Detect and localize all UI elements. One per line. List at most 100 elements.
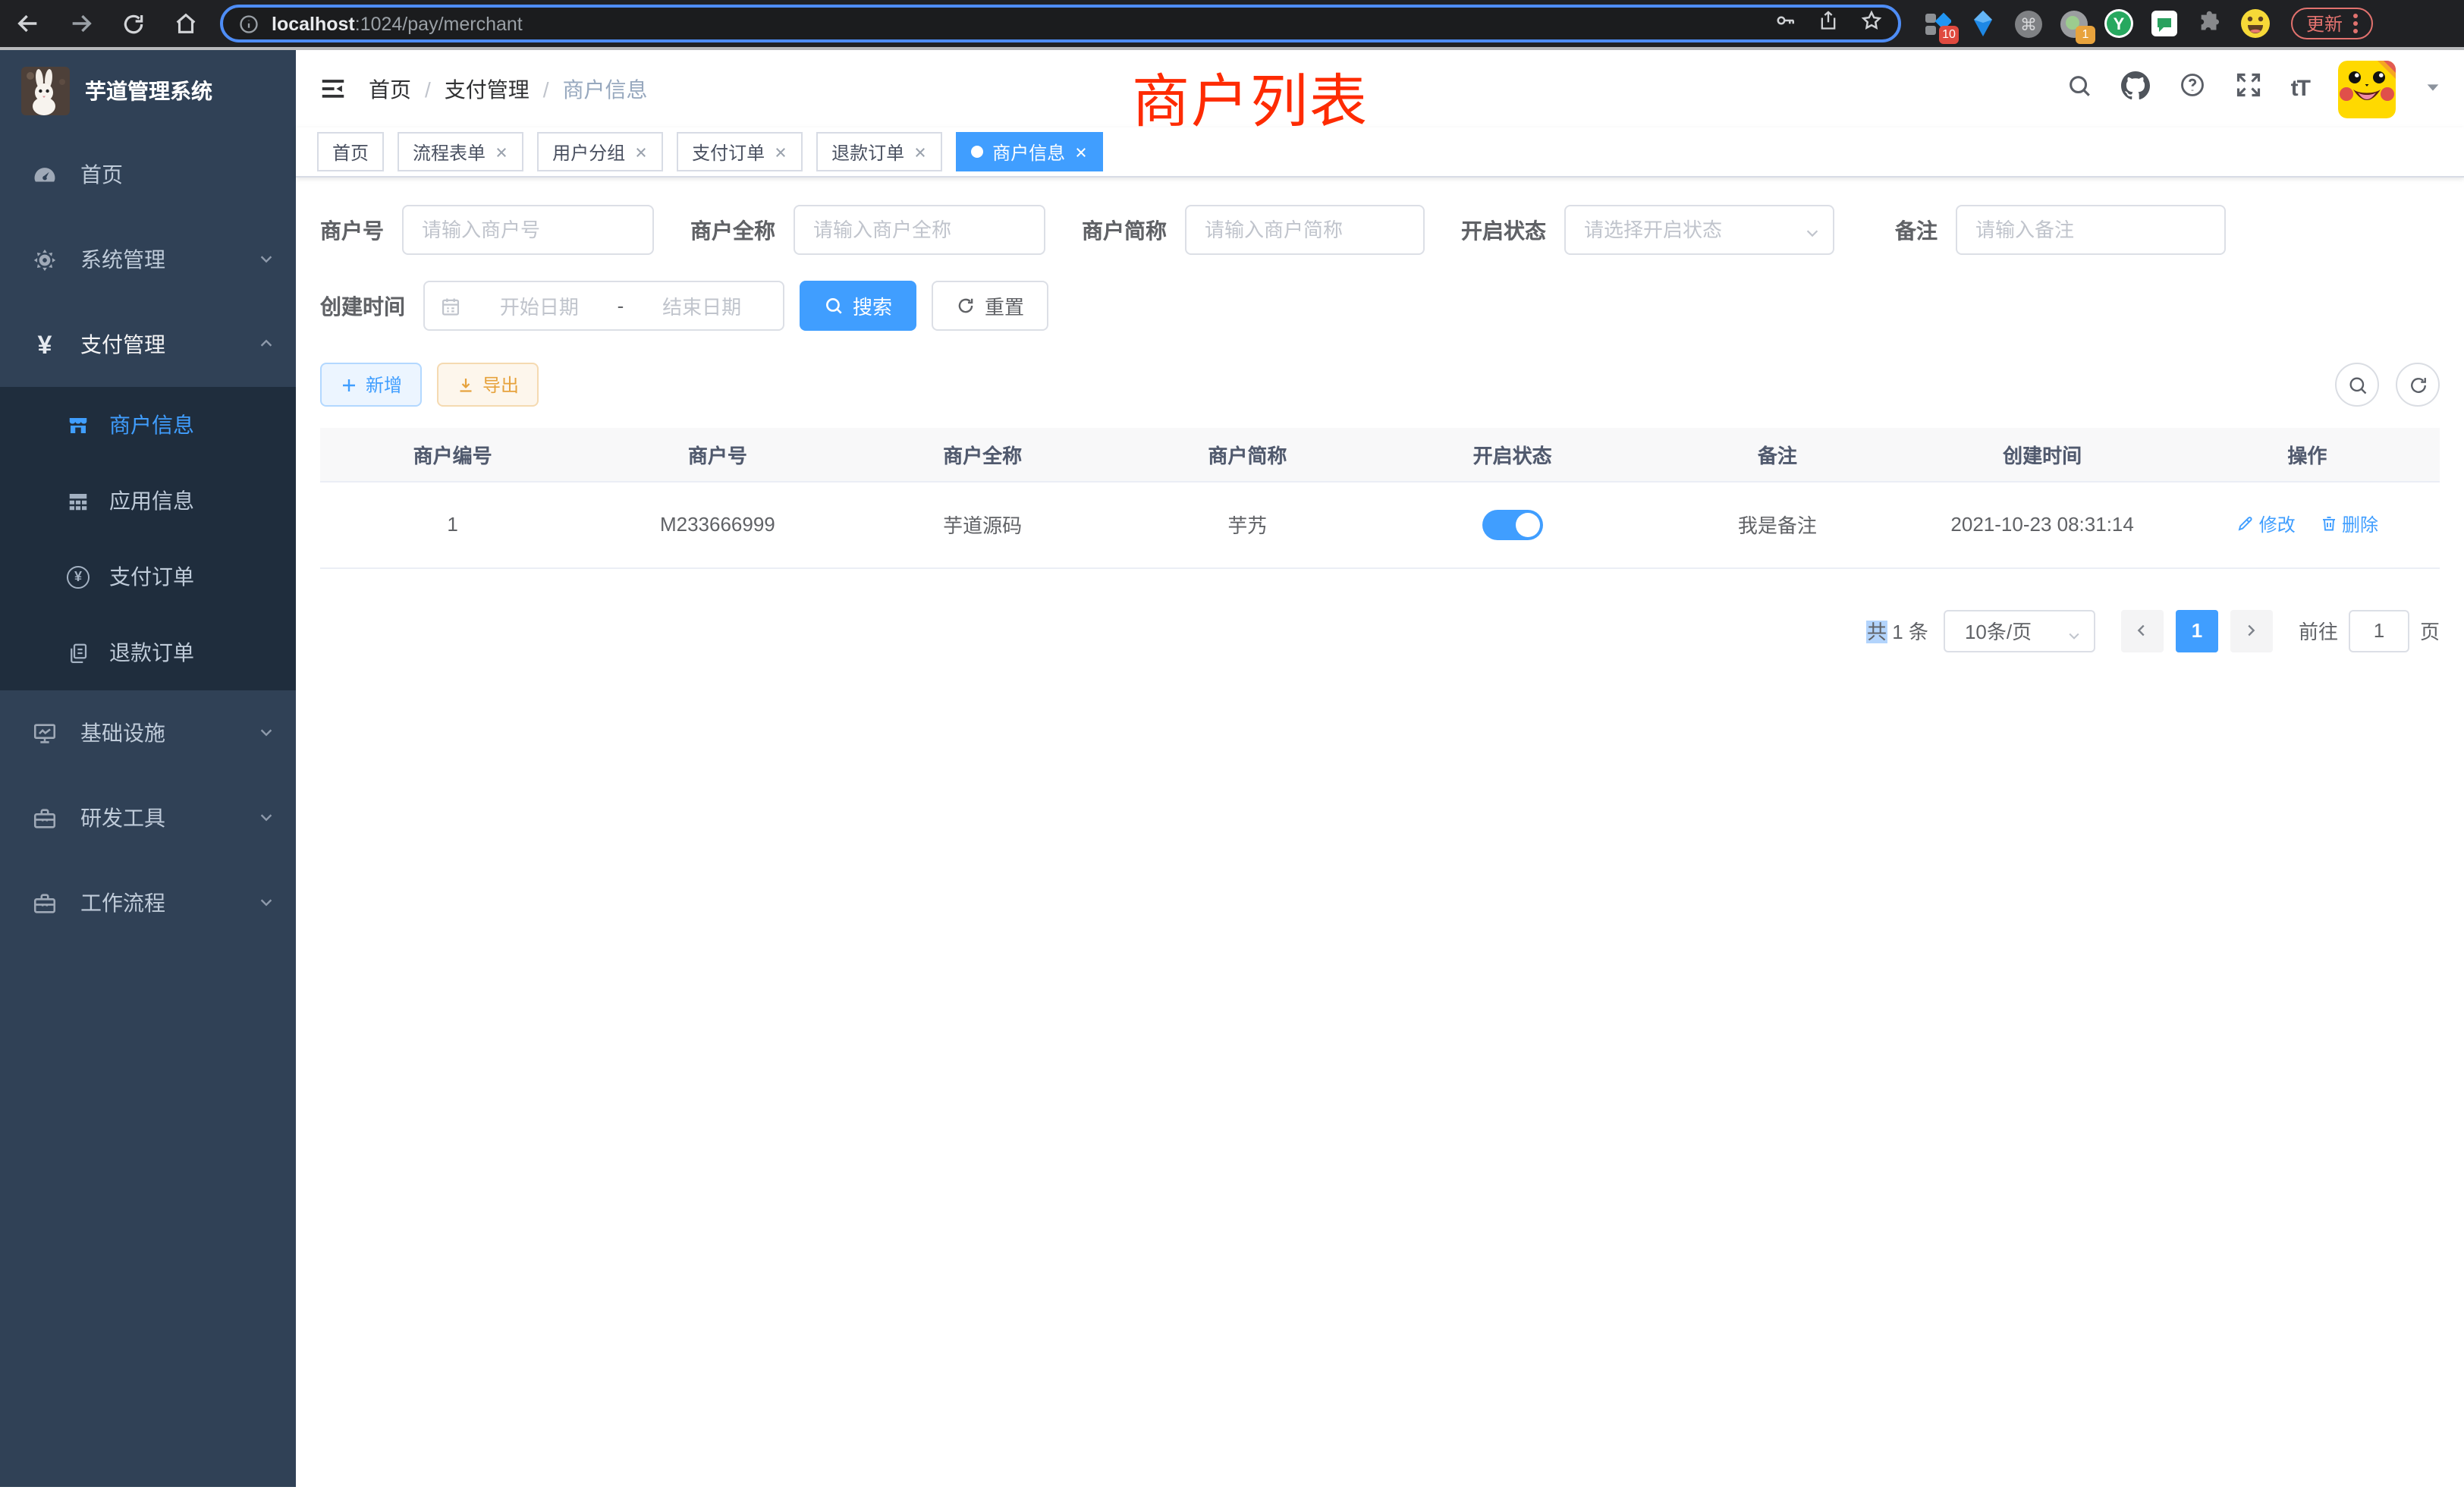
github-icon[interactable]	[2121, 71, 2150, 107]
download-icon	[457, 376, 475, 394]
page-number-1[interactable]: 1	[2176, 609, 2218, 652]
sidebar-item-dev-tools[interactable]: 研发工具	[0, 775, 296, 860]
table-header: 商户编号 商户号 商户全称 商户简称 开启状态 备注 创建时间 操作	[320, 428, 2440, 481]
chevron-down-icon	[258, 247, 275, 272]
extension-badge: 10	[1939, 26, 1959, 44]
edit-link[interactable]: 修改	[2236, 511, 2296, 537]
delete-link[interactable]: 删除	[2319, 511, 2378, 537]
browser-update-menu-button[interactable]: 更新	[2291, 8, 2373, 39]
sidebar-item-app-info[interactable]: 应用信息	[0, 463, 296, 539]
extension-command-icon[interactable]: ⌘	[2013, 9, 2042, 38]
full-name-input[interactable]	[794, 205, 1045, 255]
create-time-range-picker[interactable]: 开始日期 - 结束日期	[423, 281, 784, 331]
address-bar[interactable]: localhost:1024/pay/merchant	[220, 5, 1901, 42]
status-select[interactable]	[1564, 205, 1834, 255]
sidebar-collapse-button[interactable]	[319, 74, 347, 103]
extension-chat-icon[interactable]	[2150, 9, 2179, 38]
font-size-icon[interactable]: tT	[2291, 76, 2309, 102]
status-toggle[interactable]	[1482, 509, 1543, 539]
breadcrumb-home[interactable]: 首页	[369, 74, 411, 104]
pagination-total: 共 1 条	[1867, 616, 1928, 645]
sidebar-item-system[interactable]: 系统管理	[0, 217, 296, 302]
full-name-label: 商户全称	[690, 215, 775, 245]
extension-balloon-icon[interactable]	[1968, 9, 1997, 38]
browser-reload-button[interactable]	[121, 11, 146, 36]
merchant-no-input[interactable]	[402, 205, 654, 255]
close-icon[interactable]	[913, 145, 927, 159]
profile-emoji-icon[interactable]	[2241, 9, 2270, 38]
column-header: 创建时间	[1910, 428, 2175, 481]
sidebar-item-label: 应用信息	[109, 486, 194, 516]
user-avatar[interactable]	[2338, 60, 2396, 118]
merchant-table: 商户编号 商户号 商户全称 商户简称 开启状态 备注 创建时间 操作 1	[320, 428, 2440, 568]
search-button[interactable]: 搜索	[800, 281, 916, 331]
chevron-down-icon	[2066, 624, 2082, 647]
reset-button[interactable]: 重置	[932, 281, 1048, 331]
remark-input[interactable]	[1956, 205, 2226, 255]
page-size-select[interactable]: 10条/页	[1944, 609, 2095, 652]
sidebar-item-workflow[interactable]: 工作流程	[0, 860, 296, 945]
sidebar-item-merchant-info[interactable]: 商户信息	[0, 387, 296, 463]
password-key-icon[interactable]	[1774, 8, 1796, 39]
caret-down-icon[interactable]	[2425, 75, 2441, 102]
tab-label: 用户分组	[552, 139, 625, 165]
breadcrumb-separator: /	[425, 77, 431, 101]
tab-pay-order[interactable]: 支付订单	[677, 132, 803, 171]
search-icon[interactable]	[2066, 72, 2092, 105]
next-page-button[interactable]	[2230, 609, 2273, 652]
export-button[interactable]: 导出	[437, 363, 539, 407]
sidebar-item-infra[interactable]: 基础设施	[0, 690, 296, 775]
svg-text:⌘: ⌘	[2019, 14, 2036, 33]
chevron-down-icon	[258, 806, 275, 830]
add-button[interactable]: 新增	[320, 363, 422, 407]
tab-user-group[interactable]: 用户分组	[537, 132, 663, 171]
update-label: 更新	[2306, 11, 2343, 36]
browser-forward-button[interactable]	[68, 11, 94, 36]
refresh-table-button[interactable]	[2396, 363, 2440, 407]
close-icon[interactable]	[774, 145, 787, 159]
site-info-icon[interactable]	[238, 13, 259, 34]
remark-label: 备注	[1895, 215, 1938, 245]
edit-link-label: 修改	[2259, 511, 2296, 537]
search-button-label: 搜索	[853, 291, 892, 320]
extension-tabs-icon[interactable]: 10	[1922, 9, 1951, 38]
close-icon[interactable]	[634, 145, 648, 159]
extension-recorder-icon[interactable]: 1	[2059, 9, 2088, 38]
browser-back-button[interactable]	[15, 11, 41, 36]
navbar: 首页 / 支付管理 / 商户信息 tT	[296, 50, 2464, 127]
help-icon[interactable]	[2179, 71, 2206, 106]
tab-process-form[interactable]: 流程表单	[398, 132, 523, 171]
toggle-search-button[interactable]	[2335, 363, 2379, 407]
extension-y-icon[interactable]: Y	[2104, 9, 2133, 38]
share-icon[interactable]	[1818, 8, 1839, 39]
goto-label: 前往	[2299, 616, 2338, 645]
prev-page-button[interactable]	[2121, 609, 2164, 652]
grid-icon	[67, 489, 90, 512]
browser-chrome: localhost:1024/pay/merchant 10 ⌘ 1 Y	[0, 0, 2464, 50]
short-name-input[interactable]	[1185, 205, 1425, 255]
calendar-icon	[440, 295, 461, 316]
sidebar-item-pay-order[interactable]: ¥ 支付订单	[0, 539, 296, 615]
status-select-input[interactable]	[1564, 205, 1834, 255]
column-header: 备注	[1645, 428, 1909, 481]
bookmark-star-icon[interactable]	[1860, 8, 1883, 39]
close-icon[interactable]	[495, 145, 508, 159]
sidebar-item-pay[interactable]: ¥ 支付管理	[0, 302, 296, 387]
fullscreen-icon[interactable]	[2235, 71, 2262, 106]
sidebar-item-refund-order[interactable]: 退款订单	[0, 615, 296, 690]
plus-icon	[340, 376, 358, 394]
browser-home-button[interactable]	[173, 11, 199, 36]
url-text[interactable]: localhost:1024/pay/merchant	[272, 13, 1762, 34]
extensions-puzzle-icon[interactable]	[2195, 9, 2224, 38]
sidebar-item-home[interactable]: 首页	[0, 132, 296, 217]
sidebar-item-label: 研发工具	[80, 803, 165, 833]
tab-merchant-info[interactable]: 商户信息	[956, 132, 1103, 171]
tab-home[interactable]: 首页	[317, 132, 384, 171]
goto-page-input[interactable]	[2349, 609, 2409, 652]
store-icon	[67, 413, 90, 436]
pay-submenu: 商户信息 应用信息 ¥ 支付订单 退款订单	[0, 387, 296, 690]
tab-refund-order[interactable]: 退款订单	[816, 132, 942, 171]
app-logo[interactable]: 芋道管理系统	[0, 50, 296, 132]
breadcrumb-pay[interactable]: 支付管理	[445, 74, 530, 104]
close-icon[interactable]	[1074, 145, 1088, 159]
